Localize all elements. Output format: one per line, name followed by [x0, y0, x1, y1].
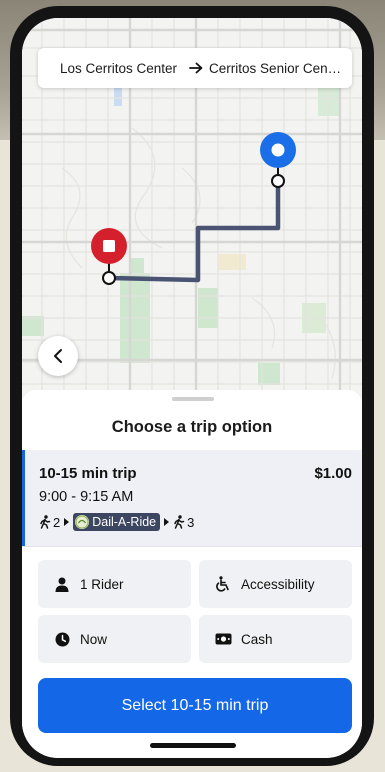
trip-option-card[interactable]: 10-15 min trip $1.00 9:00 - 9:15 AM 2 Da… — [22, 450, 362, 546]
riders-option-button[interactable]: 1 Rider — [38, 560, 191, 608]
divider — [22, 546, 362, 547]
route-summary-bar[interactable]: Los Cerritos Center Cerritos Senior Cent… — [38, 48, 352, 88]
time-label: Now — [80, 631, 108, 647]
riders-label: 1 Rider — [80, 576, 124, 592]
walk-before-minutes: 2 — [53, 514, 61, 530]
agency-name: Dail-A-Ride — [92, 515, 157, 529]
clock-icon — [52, 632, 72, 647]
home-indicator[interactable] — [150, 743, 236, 748]
trip-options-sheet: Choose a trip option 10-15 min trip $1.0… — [22, 390, 362, 758]
sheet-title: Choose a trip option — [111, 418, 273, 436]
walking-person-icon — [173, 515, 185, 529]
accessibility-label: Accessibility — [241, 576, 315, 592]
trip-price: $1.00 — [314, 465, 352, 482]
chevron-left-icon — [52, 348, 64, 364]
arrow-right-icon — [189, 62, 203, 74]
select-trip-button[interactable]: Select 10-15 min trip — [38, 678, 352, 733]
person-icon — [52, 577, 72, 592]
agency-logo-icon — [75, 515, 90, 529]
trip-legs: 2 Dail-A-Ride 3 — [39, 513, 194, 531]
chevron-right-icon — [164, 518, 170, 526]
app-screen: Los Cerritos Center Cerritos Senior Cent… — [22, 18, 362, 758]
walking-person-icon — [39, 515, 51, 529]
cash-icon — [213, 633, 233, 645]
agency-badge: Dail-A-Ride — [73, 513, 161, 531]
origin-label: Los Cerritos Center — [60, 60, 178, 76]
chevron-right-icon — [64, 518, 70, 526]
trip-time-range: 9:00 - 9:15 AM — [39, 489, 134, 505]
destination-label: Cerritos Senior Cent... — [209, 60, 342, 76]
sheet-drag-handle[interactable] — [172, 397, 214, 401]
time-option-button[interactable]: Now — [38, 615, 191, 663]
payment-label: Cash — [241, 631, 273, 647]
walk-after-minutes: 3 — [187, 514, 195, 530]
payment-option-button[interactable]: Cash — [199, 615, 352, 663]
wheelchair-icon — [213, 576, 233, 592]
trip-option-name: 10-15 min trip — [39, 465, 137, 482]
back-button[interactable] — [38, 336, 78, 376]
accessibility-option-button[interactable]: Accessibility — [199, 560, 352, 608]
